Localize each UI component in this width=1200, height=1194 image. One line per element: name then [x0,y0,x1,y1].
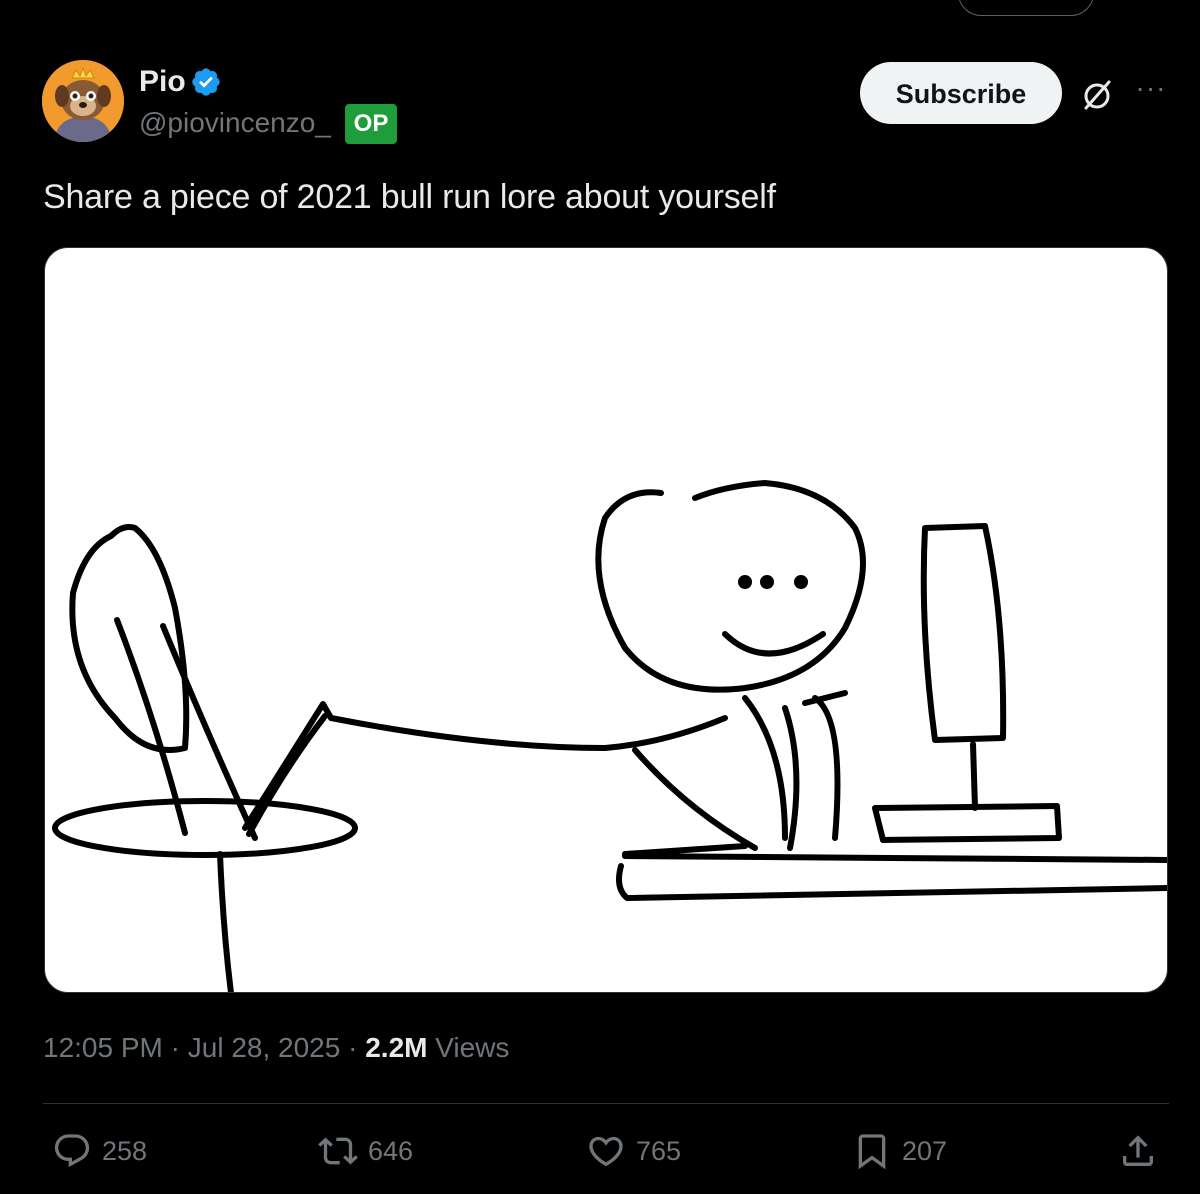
reply-icon [54,1134,90,1168]
meta-separator: · [170,1032,180,1063]
views-count: 2.2M [365,1032,428,1063]
top-button-partial[interactable] [958,0,1094,16]
like-count: 765 [636,1135,682,1166]
bookmark-button[interactable]: 207 [852,1128,947,1174]
stick-figure-drawing [52,480,1167,992]
author-handle[interactable]: @piovincenzo_ [139,106,331,140]
tweet-image[interactable] [44,247,1168,993]
repost-button[interactable]: 646 [318,1128,413,1174]
tweet-date[interactable]: Jul 28, 2025 [188,1032,341,1063]
tweet-meta: 12:05 PM · Jul 28, 2025 · 2.2M Views [43,1030,509,1066]
avatar-image [42,60,124,142]
heart-icon [589,1136,623,1167]
reply-button[interactable]: 258 [52,1128,147,1174]
op-badge: OP [345,104,397,144]
reply-count: 258 [102,1135,148,1166]
bookmark-icon [858,1134,886,1170]
author-name[interactable]: Pio [139,64,186,100]
share-button[interactable] [1118,1128,1158,1174]
tweet-detail: Pio @piovincenzo_ OP Subscribe ··· Share… [0,0,1200,1194]
more-icon[interactable]: ··· [1134,74,1168,108]
like-button[interactable]: 765 [586,1128,681,1174]
meta-separator: · [348,1032,358,1063]
tweet-text: Share a piece of 2021 bull run lore abou… [43,178,776,216]
share-icon [1123,1135,1153,1166]
repost-count: 646 [368,1135,414,1166]
divider [43,1103,1169,1104]
verified-badge-icon [192,68,220,96]
bookmark-count: 207 [902,1135,948,1166]
grok-icon[interactable] [1080,78,1114,112]
repost-icon [318,1137,358,1165]
subscribe-button[interactable]: Subscribe [860,62,1062,124]
avatar[interactable] [42,60,124,142]
tweet-time[interactable]: 12:05 PM [43,1032,163,1063]
views-label: Views [435,1032,510,1063]
